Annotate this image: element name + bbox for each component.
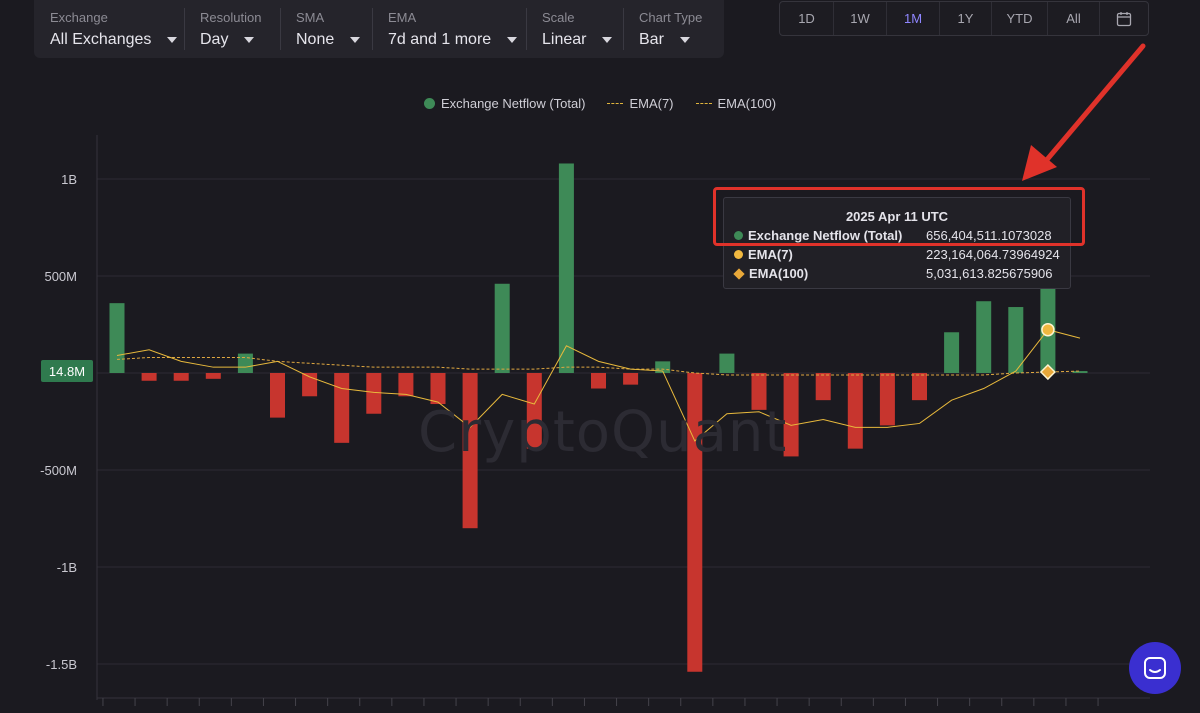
netflow-bar[interactable] xyxy=(783,373,799,457)
tooltip-row: EMA(100) 5,031,613.825675906 xyxy=(733,264,1060,283)
netflow-bar[interactable] xyxy=(270,373,285,418)
netflow-bar[interactable] xyxy=(847,373,863,449)
chat-support-button[interactable] xyxy=(1129,642,1181,694)
netflow-bar[interactable] xyxy=(526,373,542,449)
chart-tooltip: 2025 Apr 11 UTC Exchange Netflow (Total)… xyxy=(723,197,1071,289)
netflow-bar[interactable] xyxy=(944,332,960,373)
netflow-bar[interactable] xyxy=(879,373,895,426)
tooltip-series-value: 223,164,064.73964924 xyxy=(926,247,1060,262)
netflow-bar[interactable] xyxy=(366,373,382,414)
netflow-bar[interactable] xyxy=(976,301,992,373)
netflow-bar[interactable] xyxy=(1008,307,1024,373)
tooltip-series-name: EMA(7) xyxy=(748,247,793,262)
netflow-bar[interactable] xyxy=(494,283,510,373)
y-tick-label: 500M xyxy=(44,269,77,284)
netflow-bar[interactable] xyxy=(398,373,414,397)
tooltip-series-value: 5,031,613.825675906 xyxy=(926,266,1053,281)
tooltip-row: Exchange Netflow (Total) 656,404,511.107… xyxy=(734,226,1060,245)
netflow-chart[interactable]: 1B 500M -500M -1B -1.5B xyxy=(0,0,1200,713)
tooltip-series-name: Exchange Netflow (Total) xyxy=(748,228,903,243)
y-tick-label: -1B xyxy=(57,560,77,575)
tooltip-series-value: 656,404,511.1073028 xyxy=(926,228,1052,243)
netflow-bar[interactable] xyxy=(109,303,125,373)
ema7-hover-marker xyxy=(1041,322,1055,337)
tooltip-date: 2025 Apr 11 UTC xyxy=(845,209,949,224)
netflow-bar[interactable] xyxy=(334,373,350,443)
netflow-bar[interactable] xyxy=(173,373,189,381)
chat-icon xyxy=(1144,657,1166,679)
netflow-bar[interactable] xyxy=(687,373,703,672)
netflow-bar[interactable] xyxy=(912,373,927,401)
ema100-line xyxy=(116,356,1081,376)
netflow-bar[interactable] xyxy=(751,373,767,410)
y-tick-label: 1B xyxy=(61,172,77,187)
netflow-bar[interactable] xyxy=(623,373,639,385)
circle-icon xyxy=(734,231,743,240)
diamond-icon xyxy=(733,267,745,280)
netflow-bar[interactable] xyxy=(1072,371,1088,373)
netflow-bar[interactable] xyxy=(141,373,157,381)
netflow-bar[interactable] xyxy=(462,373,478,529)
netflow-bar[interactable] xyxy=(591,373,606,389)
netflow-bar[interactable] xyxy=(237,353,253,373)
current-value-badge: 14.8M xyxy=(41,360,93,382)
tooltip-series-name: EMA(100) xyxy=(749,266,809,281)
netflow-bar[interactable] xyxy=(558,163,574,373)
tooltip-row: EMA(7) 223,164,064.73964924 xyxy=(734,245,1060,264)
netflow-bar[interactable] xyxy=(719,353,735,373)
y-tick-label: -1.5B xyxy=(46,657,77,672)
netflow-bar[interactable] xyxy=(430,373,446,405)
circle-icon xyxy=(734,250,743,259)
netflow-bar[interactable] xyxy=(205,373,221,379)
y-tick-label: -500M xyxy=(40,463,77,478)
netflow-bar[interactable] xyxy=(815,373,831,401)
